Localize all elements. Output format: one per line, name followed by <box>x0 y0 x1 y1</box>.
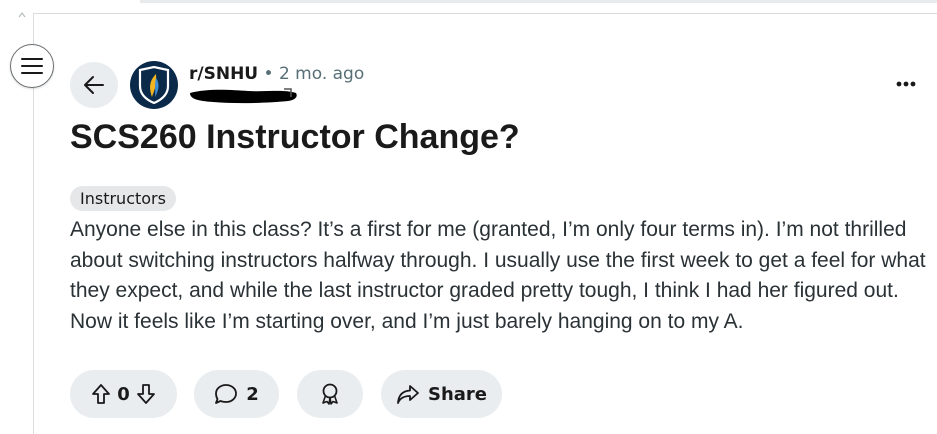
vote-bar: 0 <box>70 370 177 418</box>
top-divider <box>33 13 937 14</box>
share-label: Share <box>427 383 487 405</box>
post-title: SCS260 Instructor Change? <box>70 118 520 156</box>
back-button[interactable] <box>70 62 118 108</box>
downvote-button[interactable] <box>136 383 156 405</box>
speech-bubble-icon <box>215 384 238 404</box>
post-body: Anyone else in this class? It’s a first … <box>70 218 926 333</box>
subreddit-avatar[interactable] <box>130 61 178 109</box>
post-meta: r/SNHU • 2 mo. ago <box>189 63 364 85</box>
meta-separator: • <box>263 64 274 84</box>
arrow-down-icon <box>136 384 155 404</box>
arrow-up-icon <box>92 384 111 404</box>
post-flair[interactable]: Instructors <box>70 186 176 211</box>
award-button[interactable] <box>297 370 363 418</box>
arrow-left-icon <box>84 76 104 94</box>
share-arrow-icon <box>397 385 419 404</box>
subreddit-name[interactable]: r/SNHU <box>189 64 258 84</box>
upvote-button[interactable] <box>91 383 111 405</box>
comment-count: 2 <box>246 383 259 405</box>
award-ribbon-icon <box>322 383 338 405</box>
redacted-username <box>190 88 297 104</box>
more-options-icon[interactable] <box>892 74 920 94</box>
comments-button[interactable]: 2 <box>194 370 279 418</box>
hamburger-menu-icon <box>21 58 43 74</box>
post-age: 2 mo. ago <box>278 64 365 84</box>
main-menu-button[interactable] <box>10 44 54 88</box>
subreddit-shield-logo <box>138 66 170 104</box>
top-scroll-tab <box>140 0 937 3</box>
share-button[interactable]: Share <box>381 370 502 418</box>
chevron-up-icon[interactable] <box>18 11 26 19</box>
vote-count: 0 <box>117 383 130 405</box>
